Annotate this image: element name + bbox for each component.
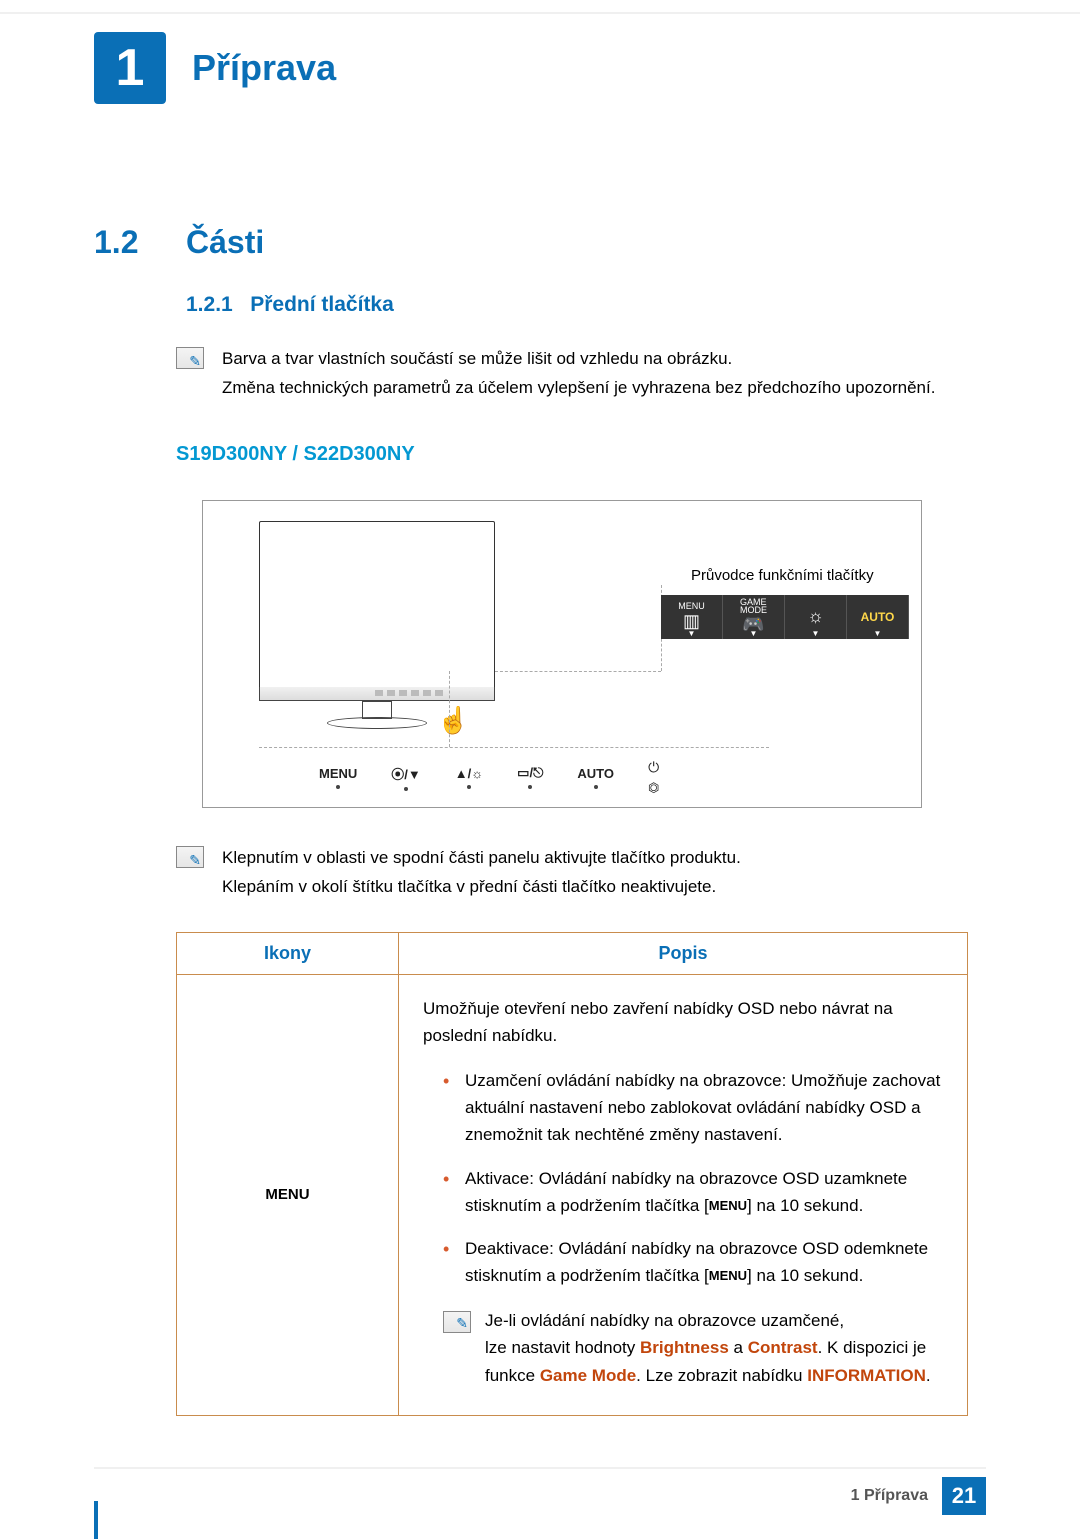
desc-p1: Umožňuje otevření nebo zavření nabídky O… [423,995,943,1049]
label-auto: AUTO [577,766,614,789]
subnote-line1: Je-li ovládání nabídky na obrazovce uzam… [485,1307,943,1334]
footer-left-accent [94,1501,98,1539]
label-game: ⦿/▼ [391,764,420,791]
top-rule [0,12,1080,14]
note-block-1: Barva a tvar vlastních součástí se může … [176,345,986,403]
menu-inline-label: MENU [709,1198,747,1213]
osd-button-guide: MENU ▥ ▼ GAME MODE 🎮 ▼ ☼ ▼ AUTO ▼ [661,595,909,639]
s2d: Contrast [748,1338,818,1357]
triangle-icon: ▼ [750,629,758,638]
label-power: ⏻ ⏣ [648,759,659,796]
power-slot-icon: ⏣ [648,780,659,796]
button-labels-row: MENU ⦿/▼ ▲/☼ ▭/⎋ AUTO ⏻ ⏣ [319,759,659,796]
footer-rule [94,1467,986,1469]
label-source-text: ▭/⎋ [517,765,543,781]
power-icon: ⏻ [648,759,659,776]
s2i: . [926,1366,931,1385]
label-up-text: ▲/☼ [455,766,483,781]
triangle-icon: ▼ [812,629,820,638]
hand-cursor-icon: ☝ [437,705,469,736]
note2-line2: Klepáním v okolí štítku tlačítka v předn… [222,873,741,902]
chapter-title: Příprava [192,47,336,89]
note-text: Barva a tvar vlastních součástí se může … [222,345,935,403]
osd-auto-label: AUTO [861,610,895,624]
note-icon [176,846,204,868]
b2b: ] na 10 sekund. [747,1196,863,1215]
chapter-header: 1 Příprava [0,32,1080,104]
osd-game-cell: GAME MODE 🎮 ▼ [723,595,785,639]
th-icons: Ikony [177,933,399,974]
dot-icon [336,785,340,789]
dashed-connector [495,671,661,672]
s2g: . Lze zobrazit nabídku [636,1366,807,1385]
monitor-base [327,717,427,729]
label-menu-text: MENU [319,766,357,781]
monitor-button-strip [375,690,443,696]
footer-page-number: 21 [942,1477,986,1515]
td-icon-menu: MENU [177,975,399,1415]
page-footer: 1 Příprava 21 [851,1477,986,1515]
section-heading: 1.2 Části [94,224,986,261]
note-icon [176,347,204,369]
th-desc: Popis [399,933,967,974]
label-auto-text: AUTO [577,766,614,781]
model-heading: S19D300NY / S22D300NY [176,443,986,466]
s2b: Brightness [640,1338,729,1357]
label-menu: MENU [319,766,357,789]
subnote-text: Je-li ovládání nabídky na obrazovce uzam… [485,1307,943,1389]
dot-icon [594,785,598,789]
note1-line2: Změna technických parametrů za účelem vy… [222,374,935,403]
section-number: 1.2 [94,224,186,261]
osd-game-label-bot: MODE [740,606,767,614]
label-up: ▲/☼ [455,766,483,789]
subsection-title: Přední tlačítka [250,293,394,316]
note-text: Klepnutím v oblasti ve spodní části pane… [222,844,741,902]
diagram-callout-title: Průvodce funkčními tlačítky [691,567,874,584]
footer-chapter-text: 1 Příprava [851,1487,928,1505]
td-desc: Umožňuje otevření nebo zavření nabídky O… [399,975,967,1415]
monitor-outline [259,521,495,689]
note1-line1: Barva a tvar vlastních součástí se může … [222,345,935,374]
bullet-lock: Uzamčení ovládání nabídky na obrazovce: … [443,1067,943,1149]
desc-bullet-list: Uzamčení ovládání nabídky na obrazovce: … [443,1067,943,1289]
b3b: ] na 10 sekund. [747,1266,863,1285]
triangle-icon: ▼ [688,629,696,638]
label-source: ▭/⎋ [517,765,543,789]
note-icon [443,1311,471,1333]
note-block-2: Klepnutím v oblasti ve spodní části pane… [176,844,986,902]
s2h: INFORMATION [807,1366,926,1385]
osd-menu-label: MENU [678,601,705,611]
icons-description-table: Ikony Popis MENU Umožňuje otevření nebo … [176,932,968,1416]
table-header: Ikony Popis [177,933,967,975]
dashed-connector [259,747,769,748]
dashed-connector [449,671,450,747]
subsection-heading: 1.2.1 Přední tlačítka [186,293,986,317]
brightness-icon: ☼ [807,606,824,627]
chapter-number-badge: 1 [94,32,166,104]
table-row: MENU Umožňuje otevření nebo zavření nabí… [177,975,967,1415]
osd-brightness-cell: ☼ ▼ [785,595,847,639]
bullet-deactivate: Deaktivace: Ovládání nabídky na obrazovc… [443,1235,943,1289]
osd-menu-cell: MENU ▥ ▼ [661,595,723,639]
front-buttons-diagram: ☝ Průvodce funkčními tlačítky MENU ▥ ▼ G… [202,500,922,808]
section-title: Části [186,224,264,261]
s2f: Game Mode [540,1366,636,1385]
s2c: a [729,1338,748,1357]
s2a: lze nastavit hodnoty [485,1338,640,1357]
subsection-number: 1.2.1 [186,293,233,316]
bullet-activate: Aktivace: Ovládání nabídky na obrazovce … [443,1165,943,1219]
subnote-line2: lze nastavit hodnoty Brightness a Contra… [485,1334,943,1388]
menu-inline-label: MENU [709,1268,747,1283]
dot-icon [404,787,408,791]
dot-icon [528,785,532,789]
triangle-icon: ▼ [874,629,882,638]
label-game-text: ⦿/▼ [391,764,420,783]
osd-auto-cell: AUTO ▼ [847,595,909,639]
dot-icon [467,785,471,789]
desc-subnote: Je-li ovládání nabídky na obrazovce uzam… [443,1307,943,1389]
note2-line1: Klepnutím v oblasti ve spodní části pane… [222,844,741,873]
